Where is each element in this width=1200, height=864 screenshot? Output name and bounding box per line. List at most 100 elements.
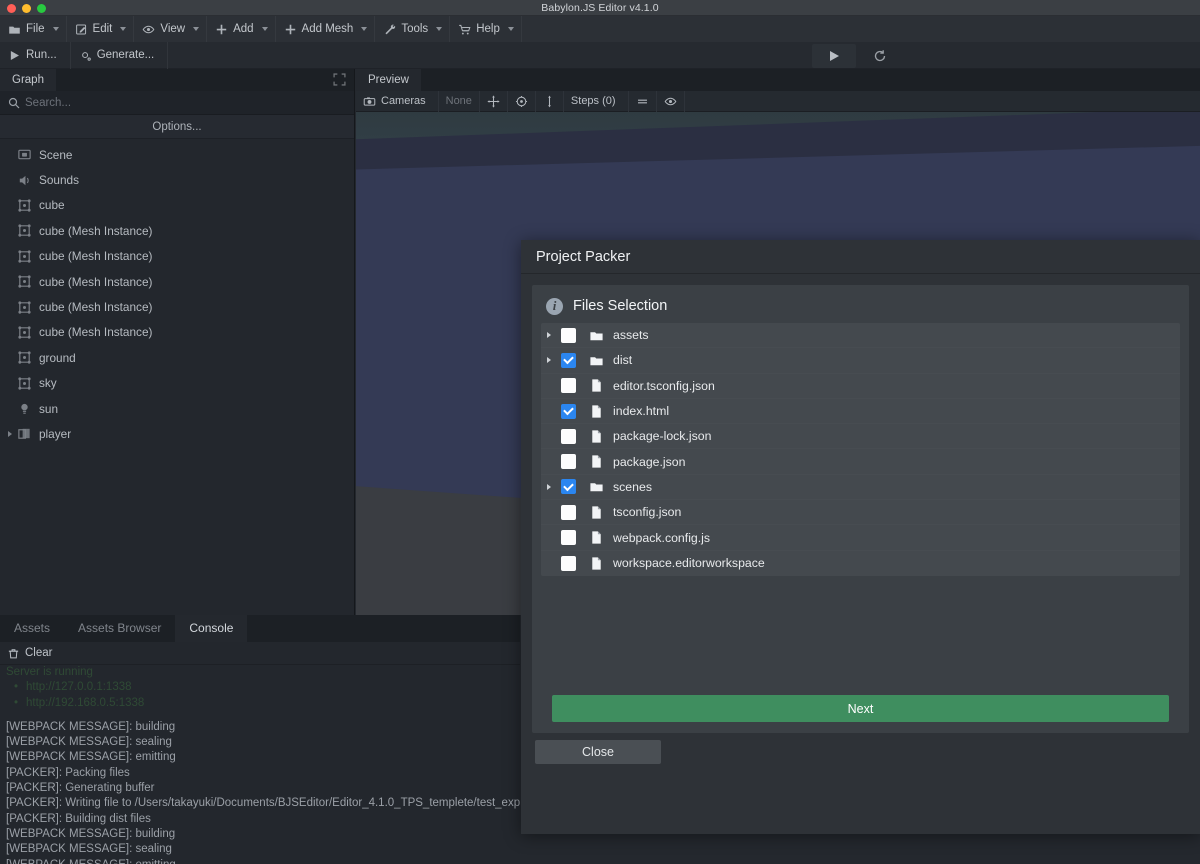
tab-assets-browser[interactable]: Assets Browser xyxy=(64,615,175,642)
graph-node-scene[interactable]: Scene xyxy=(0,142,354,167)
preview-tool-move[interactable] xyxy=(480,91,508,112)
menu-item-file[interactable]: File xyxy=(0,16,67,42)
toolbar-item-generate-[interactable]: Generate... xyxy=(71,42,169,69)
file-row[interactable]: workspace.editorworkspace xyxy=(541,551,1180,576)
file-checkbox[interactable] xyxy=(561,353,576,368)
file-row[interactable]: tsconfig.json xyxy=(541,500,1180,525)
menu-item-edit[interactable]: Edit xyxy=(67,16,135,42)
plus-icon xyxy=(215,23,228,36)
file-checkbox[interactable] xyxy=(561,556,576,571)
file-checkbox[interactable] xyxy=(561,404,576,419)
close-button[interactable]: Close xyxy=(535,740,661,764)
mesh-icon xyxy=(17,300,32,315)
file-row[interactable]: package-lock.json xyxy=(541,424,1180,449)
graph-node-cube-mesh-instance[interactable]: cube (Mesh Instance) xyxy=(0,294,354,319)
graph-node-sounds[interactable]: Sounds xyxy=(0,167,354,192)
menu-item-help[interactable]: Help xyxy=(450,16,522,42)
file-checkbox[interactable] xyxy=(561,454,576,469)
expand-arrow-icon[interactable] xyxy=(547,484,561,490)
file-icon xyxy=(589,404,604,419)
window-titlebar: Babylon.JS Editor v4.1.0 xyxy=(0,0,1200,16)
file-row[interactable]: dist xyxy=(541,348,1180,373)
menu-item-add-mesh[interactable]: Add Mesh xyxy=(276,16,376,42)
file-checkbox[interactable] xyxy=(561,328,576,343)
graph-node-player[interactable]: player xyxy=(0,421,354,446)
console-output[interactable]: Server is runninghttp://127.0.0.1:1338ht… xyxy=(0,665,520,864)
preview-tool-rotate[interactable] xyxy=(508,91,536,112)
preview-tool-scale[interactable] xyxy=(536,91,564,112)
file-row[interactable]: package.json xyxy=(541,449,1180,474)
preview-tool-none[interactable]: None xyxy=(439,91,480,112)
file-row[interactable]: assets xyxy=(541,323,1180,348)
folder-icon xyxy=(8,23,21,36)
restart-scene-button[interactable] xyxy=(858,44,902,68)
file-row[interactable]: index.html xyxy=(541,399,1180,424)
expand-arrow-icon[interactable] xyxy=(547,332,561,338)
console-line: [WEBPACK MESSAGE]: emitting xyxy=(0,750,520,765)
expand-arrow-icon[interactable] xyxy=(547,357,561,363)
scale-icon xyxy=(543,95,556,108)
plus-icon xyxy=(215,23,228,36)
toolbar-item-label: Generate... xyxy=(97,49,155,61)
expand-arrow-icon[interactable] xyxy=(4,428,16,440)
rotate-icon xyxy=(515,95,528,108)
window-title: Babylon.JS Editor v4.1.0 xyxy=(0,0,1200,16)
file-checkbox[interactable] xyxy=(561,505,576,520)
preview-tool-steps-0[interactable]: Steps (0) xyxy=(564,91,629,112)
tab-graph[interactable]: Graph xyxy=(0,69,56,91)
eye-icon xyxy=(664,95,677,108)
graph-node-cube-mesh-instance[interactable]: cube (Mesh Instance) xyxy=(0,269,354,294)
file-checkbox[interactable] xyxy=(561,479,576,494)
tab-console[interactable]: Console xyxy=(175,615,247,642)
mesh-icon xyxy=(17,325,32,340)
tab-assets[interactable]: Assets xyxy=(0,615,64,642)
clear-console-button[interactable]: Clear xyxy=(4,643,60,663)
group-icon xyxy=(16,426,32,442)
expand-icon[interactable] xyxy=(333,73,346,86)
graph-node-label: Scene xyxy=(39,148,72,162)
preview-tool-label: Cameras xyxy=(381,95,426,107)
graph-node-cube-mesh-instance[interactable]: cube (Mesh Instance) xyxy=(0,320,354,345)
scale-icon xyxy=(543,95,556,108)
graph-node-sun[interactable]: sun xyxy=(0,396,354,421)
graph-node-sky[interactable]: sky xyxy=(0,371,354,396)
console-line: [PACKER]: Building dist files xyxy=(0,812,520,827)
file-checkbox[interactable] xyxy=(561,429,576,444)
tab-preview[interactable]: Preview xyxy=(356,69,421,91)
project-packer-dialog: Project Packer i Files Selection assetsd… xyxy=(521,240,1200,834)
folder-icon xyxy=(589,479,604,494)
preview-tool-wireframe[interactable] xyxy=(629,91,657,112)
graph-panel: Graph Options... SceneSoundscubecube (Me… xyxy=(0,69,355,615)
preview-tool-cameras[interactable]: Cameras xyxy=(356,91,439,112)
mesh-icon xyxy=(17,376,32,391)
graph-node-ground[interactable]: ground xyxy=(0,345,354,370)
file-row[interactable]: editor.tsconfig.json xyxy=(541,374,1180,399)
preview-tool-eye[interactable] xyxy=(657,91,685,112)
chevron-down-icon xyxy=(262,27,268,31)
graph-node-cube-mesh-instance[interactable]: cube (Mesh Instance) xyxy=(0,244,354,269)
graph-options-button[interactable]: Options... xyxy=(0,115,354,139)
menu-item-add[interactable]: Add xyxy=(207,16,275,42)
cart-icon xyxy=(458,23,471,36)
play-scene-button[interactable] xyxy=(812,44,856,68)
file-name-label: package-lock.json xyxy=(613,429,711,443)
toolbar-item-run-[interactable]: Run... xyxy=(0,42,71,69)
file-icon xyxy=(589,556,604,571)
next-button[interactable]: Next xyxy=(552,695,1169,722)
menu-bar: FileEditViewAddAdd MeshToolsHelp xyxy=(0,16,1200,42)
file-row[interactable]: webpack.config.js xyxy=(541,525,1180,550)
file-icon xyxy=(589,530,604,545)
graph-node-cube[interactable]: cube xyxy=(0,193,354,218)
graph-node-cube-mesh-instance[interactable]: cube (Mesh Instance) xyxy=(0,218,354,243)
menu-item-tools[interactable]: Tools xyxy=(375,16,450,42)
play-icon xyxy=(8,49,21,62)
mesh-icon xyxy=(17,274,32,289)
file-row[interactable]: scenes xyxy=(541,475,1180,500)
file-checkbox[interactable] xyxy=(561,378,576,393)
file-checkbox[interactable] xyxy=(561,530,576,545)
search-input[interactable] xyxy=(25,97,346,109)
pencil-icon xyxy=(75,23,88,36)
menu-item-view[interactable]: View xyxy=(134,16,207,42)
expand-arrow-icon xyxy=(4,276,16,288)
files-selection-title: Files Selection xyxy=(573,298,667,314)
